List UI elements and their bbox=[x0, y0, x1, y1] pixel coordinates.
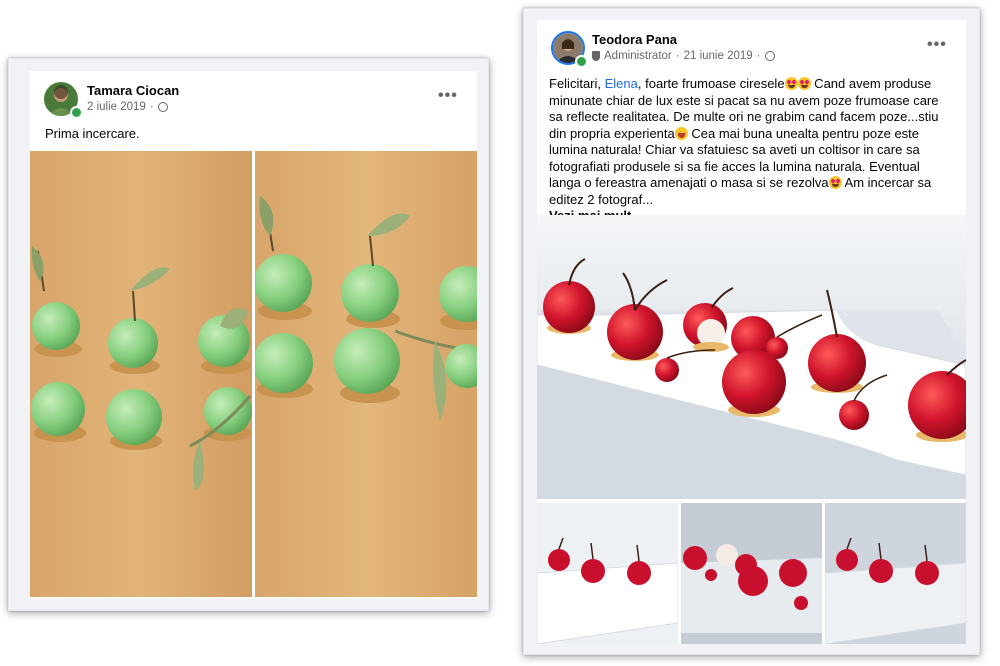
post-photo-1[interactable] bbox=[30, 151, 252, 597]
post-text: Prima incercare. bbox=[45, 126, 140, 141]
post-date[interactable]: 2 iulie 2019 bbox=[87, 101, 146, 113]
online-status-icon bbox=[70, 106, 83, 119]
post-photo-2[interactable] bbox=[255, 151, 477, 597]
post-photo-thumb-2[interactable] bbox=[681, 503, 822, 644]
post-photo-thumb-1[interactable] bbox=[537, 503, 678, 644]
author-name[interactable]: Tamara Ciocan bbox=[87, 83, 179, 98]
more-options-icon[interactable]: ••• bbox=[927, 36, 947, 54]
post-body: Teodora Pana Administrator · 21 iunie 20… bbox=[537, 20, 966, 644]
post-card-right: Teodora Pana Administrator · 21 iunie 20… bbox=[523, 8, 980, 655]
heart-eyes-emoji-icon bbox=[784, 77, 798, 90]
mention-link[interactable]: Elena bbox=[605, 76, 638, 91]
more-options-icon[interactable]: ••• bbox=[438, 87, 458, 105]
online-status-icon bbox=[575, 55, 588, 68]
shield-icon bbox=[592, 51, 600, 61]
post-body: Tamara Ciocan 2 iulie 2019 · ••• Prima i… bbox=[30, 71, 477, 599]
heart-eyes-emoji-icon bbox=[828, 176, 842, 189]
post-card-left: Tamara Ciocan 2 iulie 2019 · ••• Prima i… bbox=[8, 58, 489, 611]
grinning-tongue-emoji-icon bbox=[674, 126, 688, 140]
post-meta: Administrator · 21 iunie 2019 · bbox=[592, 50, 775, 62]
post-meta: 2 iulie 2019 · bbox=[87, 101, 168, 113]
post-date[interactable]: 21 iunie 2019 bbox=[684, 50, 753, 62]
post-text: Felicitari, Elena, foarte frumoase cires… bbox=[549, 76, 954, 225]
heart-eyes-emoji-icon bbox=[797, 77, 811, 90]
author-role: Administrator bbox=[604, 50, 672, 62]
globe-icon bbox=[764, 51, 775, 61]
post-photo-thumb-3[interactable] bbox=[825, 503, 966, 644]
author-name[interactable]: Teodora Pana bbox=[592, 32, 677, 47]
globe-icon bbox=[157, 102, 168, 112]
post-photo-main[interactable] bbox=[537, 215, 966, 499]
